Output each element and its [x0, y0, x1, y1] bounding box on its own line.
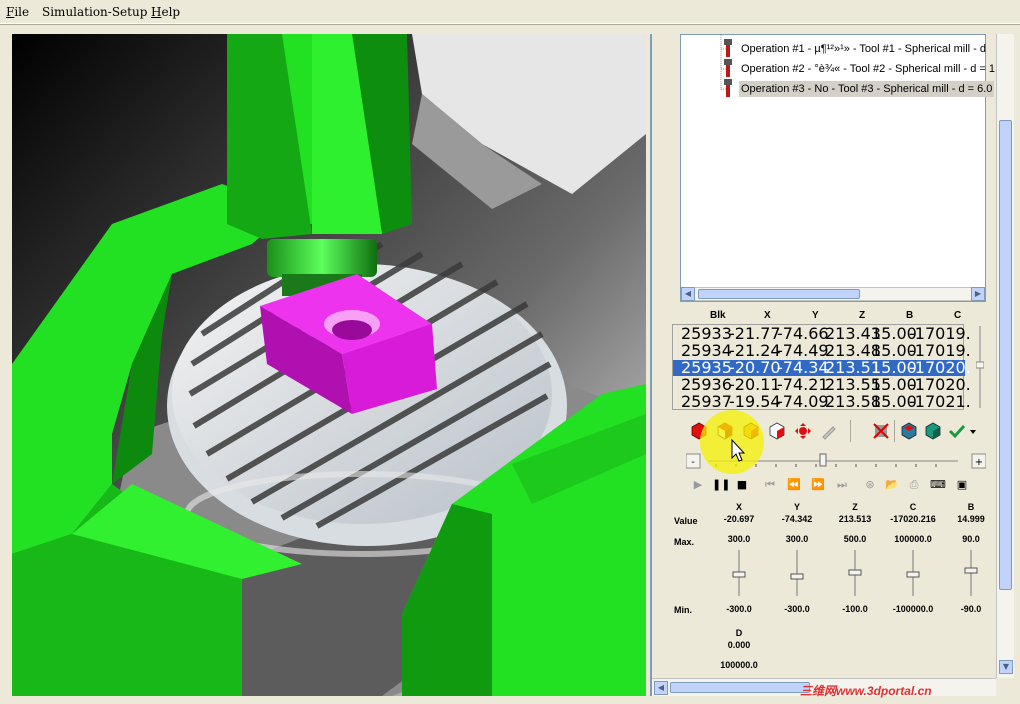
move-arrows-icon[interactable]	[794, 422, 812, 440]
pause-icon[interactable]: ❚❚	[712, 477, 730, 493]
column-header: B	[906, 310, 914, 321]
nc-block-rows[interactable]: 25933 -21.77 -74.66 213.43 15.00 -17019. 25934…	[672, 324, 971, 411]
toolbar-separator	[894, 420, 895, 442]
axis-value-d: 0.000	[727, 640, 751, 650]
stack-icon[interactable]	[900, 422, 918, 440]
table-cell: -17019.	[909, 341, 971, 360]
scroll-left-icon[interactable]: ◀	[654, 681, 668, 695]
simulation-3d-viewport[interactable]	[12, 34, 646, 696]
axis-slider-c[interactable]	[905, 548, 921, 598]
stop-icon[interactable]: ■	[734, 477, 750, 493]
control-panel: Operation #1 - µ¶¹²»¹» - Tool #1 - Spher…	[650, 34, 1020, 696]
tree-horizontal-scrollbar[interactable]: ◀ ▶	[681, 287, 985, 301]
table-cell: 25933	[681, 324, 732, 343]
fast-forward-icon[interactable]: ⏩	[810, 477, 826, 493]
cube-icon[interactable]	[924, 422, 942, 440]
column-header: Blk	[710, 310, 726, 321]
table-row[interactable]: 25936 -20.11 -74.21 213.55 15.00 -17020.	[673, 375, 971, 394]
axis-slider-y[interactable]	[789, 548, 805, 598]
settings-window-icon[interactable]: ▣	[954, 477, 970, 493]
table-cell: -74.49	[777, 341, 829, 360]
folder-open-icon[interactable]: 📂	[884, 477, 900, 493]
table-cell: -74.66	[777, 324, 829, 343]
table-cell: -17020.	[909, 375, 971, 394]
pen-icon[interactable]	[820, 422, 838, 440]
axis-slider-x[interactable]	[731, 548, 747, 598]
table-cell: 25935	[681, 358, 732, 377]
printer-icon[interactable]: ⎙	[906, 477, 922, 493]
panel-vertical-scrollbar[interactable]: ▼	[996, 34, 1014, 678]
playback-toolbar: ▶ ❚❚ ■ ⏮ ⏪ ⏩ ⏭ ⊛ 📂 ⎙ ⌨ ▣	[686, 474, 986, 496]
table-cell: 25936	[681, 375, 732, 394]
white-cube-icon[interactable]	[768, 422, 786, 440]
table-cell: -74.09	[777, 392, 829, 411]
mill-tool-icon	[724, 39, 732, 57]
table-cell: -74.34	[777, 358, 829, 377]
menu-help[interactable]: Help	[151, 5, 180, 19]
max-label: Max.	[674, 537, 695, 547]
svg-text:+: +	[975, 457, 983, 468]
operations-tree[interactable]: Operation #1 - µ¶¹²»¹» - Tool #1 - Spher…	[680, 34, 995, 302]
column-header: Z	[859, 310, 866, 321]
menu-separator	[0, 24, 1020, 25]
scroll-thumb[interactable]	[698, 289, 860, 299]
toolbar-separator	[850, 420, 851, 442]
table-cell: 25934	[681, 341, 732, 360]
axis-slider-z[interactable]	[847, 548, 863, 598]
table-cell: -21.24	[729, 341, 781, 360]
scroll-left-icon[interactable]: ◀	[681, 287, 695, 301]
table-row[interactable]: 25934 -21.24 -74.49 213.48 15.00 -17019.	[673, 341, 971, 360]
window-frame	[0, 25, 12, 704]
axis-max-d: 100000.0	[720, 660, 758, 670]
column-header: C	[954, 310, 962, 321]
axis-slider-b[interactable]	[963, 548, 979, 598]
scroll-thumb[interactable]	[999, 120, 1012, 590]
table-cell: -17021.	[909, 392, 971, 411]
table-row[interactable]: 25935 -20.70 -74.34 213.51 15.00 -17020.	[673, 358, 971, 377]
table-cell: -20.70	[729, 358, 781, 377]
steering-wheel-icon[interactable]: ⊛	[862, 477, 878, 493]
operation-3[interactable]: Operation #3 - No - Tool #3 - Spherical …	[739, 81, 995, 97]
rewind-icon[interactable]: ⏪	[786, 477, 802, 493]
no-collision-icon[interactable]	[872, 422, 890, 440]
scroll-right-icon[interactable]: ▶	[971, 287, 985, 301]
watermark: 三维网www.3dportal.cn	[800, 684, 932, 698]
menu-simulation-setup[interactable]: Simulation-Setup	[42, 5, 147, 19]
table-cell: -17019.	[909, 324, 971, 343]
check-icon[interactable]	[948, 422, 966, 440]
column-header: X	[764, 310, 771, 321]
scroll-thumb[interactable]	[670, 682, 810, 693]
scroll-down-icon[interactable]: ▼	[999, 660, 1013, 674]
mill-tool-icon	[724, 79, 732, 97]
mill-tool-icon	[724, 59, 732, 77]
value-label: Value	[674, 516, 698, 526]
menu-bar: File Simulation-Setup Help	[0, 0, 1020, 24]
table-cell: -21.77	[729, 324, 781, 343]
operation-2[interactable]: Operation #2 - °è¾« - Tool #2 - Spherica…	[739, 61, 997, 77]
min-label: Min.	[674, 605, 692, 615]
skip-end-icon[interactable]: ⏭	[834, 477, 850, 493]
skip-start-icon[interactable]: ⏮	[762, 477, 778, 493]
play-icon[interactable]: ▶	[690, 477, 706, 493]
table-cell: -20.11	[729, 375, 781, 394]
operation-1[interactable]: Operation #1 - µ¶¹²»¹» - Tool #1 - Spher…	[739, 41, 988, 57]
axis-header-d: D	[735, 628, 743, 638]
table-row[interactable]: 25933 -21.77 -74.66 213.43 15.00 -17019.	[673, 324, 971, 343]
svg-text:-: -	[691, 457, 695, 468]
menu-file[interactable]: File	[6, 5, 29, 19]
dropdown-arrow-icon[interactable]	[968, 422, 978, 440]
grid-vertical-slider[interactable]	[976, 324, 984, 410]
table-cell: -17020.	[909, 358, 971, 377]
cursor-highlight	[700, 410, 764, 474]
column-header: Y	[812, 310, 819, 321]
table-cell: -74.21	[777, 375, 829, 394]
keyboard-icon[interactable]: ⌨	[930, 477, 946, 493]
